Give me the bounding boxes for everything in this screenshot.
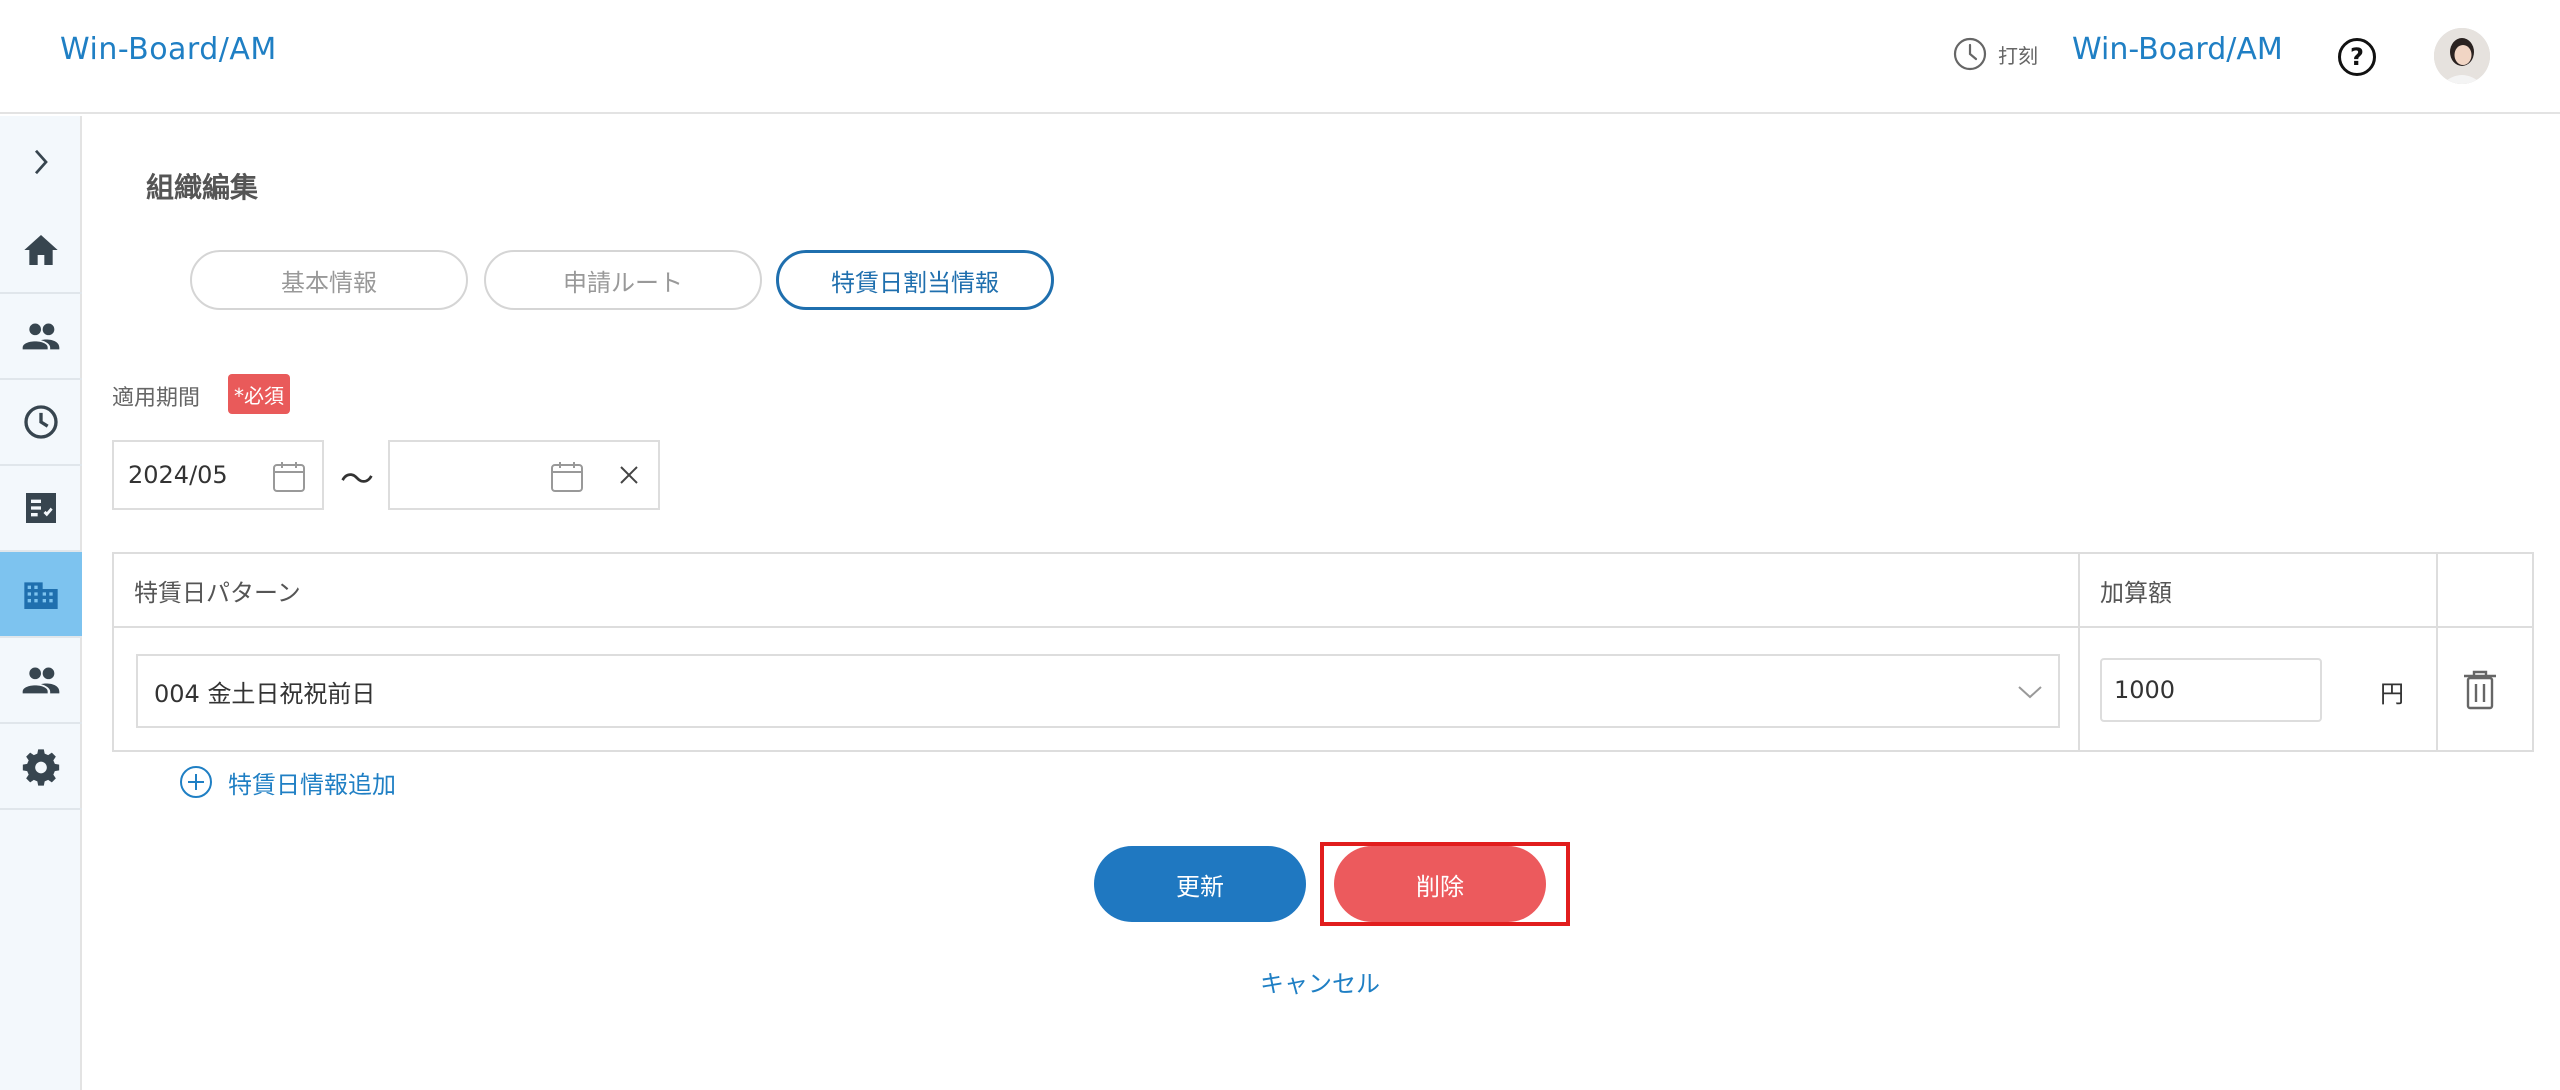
people-icon — [22, 323, 60, 350]
sidebar-item-home[interactable] — [0, 208, 82, 294]
avatar-image — [2434, 28, 2490, 84]
column-header-amount: 加算額 — [2080, 554, 2438, 628]
punch-clock-button[interactable]: 打刻 — [1952, 36, 2038, 72]
sidebar-item-attendance[interactable] — [0, 380, 82, 466]
organization-name[interactable]: Win-Board/AM — [2072, 32, 2283, 67]
column-header-actions — [2438, 554, 2532, 628]
punch-clock-label: 打刻 — [1998, 43, 2038, 68]
add-special-rate-label: 特賃日情報追加 — [228, 770, 396, 799]
clock-icon — [24, 405, 58, 439]
add-special-rate-button[interactable]: 特賃日情報追加 — [178, 764, 396, 800]
amount-value: 1000 — [2114, 676, 2176, 704]
gear-icon — [22, 749, 60, 786]
date-range-separator: 〜 — [340, 460, 374, 500]
pattern-select[interactable]: 004 金土日祝祝前日 — [136, 654, 2060, 728]
chevron-down-icon — [2018, 686, 2042, 699]
cancel-link[interactable]: キャンセル — [1260, 964, 1380, 999]
home-icon — [24, 235, 58, 265]
start-date-input[interactable]: 2024/05 — [112, 440, 324, 510]
sidebar-item-approval[interactable] — [0, 466, 82, 552]
column-divider — [2436, 554, 2438, 750]
sidebar-item-organization[interactable] — [0, 552, 82, 638]
page-title: 組織編集 — [146, 171, 259, 204]
help-circle-icon[interactable]: ? — [2338, 38, 2376, 76]
calendar-icon[interactable] — [550, 460, 584, 494]
trash-icon[interactable] — [2460, 668, 2500, 712]
end-date-input[interactable] — [388, 440, 602, 510]
column-header-pattern: 特賃日パターン — [114, 554, 2080, 628]
delete-button[interactable]: 削除 — [1334, 846, 1546, 922]
currency-unit: 円 — [2380, 680, 2404, 708]
special-rate-table: 特賃日パターン 加算額 004 金土日祝祝前日 1000 円 — [112, 552, 2534, 752]
close-icon — [620, 466, 638, 484]
app-brand-logo[interactable]: Win-Board/AM — [60, 32, 277, 67]
tab-special-rate-day[interactable]: 特賃日割当情報 — [776, 250, 1054, 310]
period-label: 適用期間 — [112, 386, 201, 411]
sidebar-toggle-button[interactable] — [0, 116, 82, 208]
column-divider — [2078, 554, 2080, 750]
top-header: Win-Board/AM 打刻 Win-Board/AM ? — [0, 0, 2560, 114]
plus-circle-icon — [180, 766, 212, 798]
group-icon — [22, 667, 60, 694]
sidebar-item-settings[interactable] — [0, 724, 82, 810]
clock-icon — [1953, 37, 1987, 71]
clear-date-button[interactable] — [600, 440, 660, 510]
sidebar — [0, 116, 82, 1090]
required-badge: *必須 — [228, 374, 290, 414]
checklist-icon — [26, 493, 56, 523]
user-avatar[interactable] — [2434, 28, 2490, 84]
start-date-value: 2024/05 — [128, 461, 228, 489]
sidebar-item-groups[interactable] — [0, 638, 82, 724]
sidebar-item-people[interactable] — [0, 294, 82, 380]
update-button[interactable]: 更新 — [1094, 846, 1306, 922]
tab-basic-info[interactable]: 基本情報 — [190, 250, 468, 310]
calendar-icon[interactable] — [272, 460, 306, 494]
amount-input[interactable]: 1000 — [2100, 658, 2322, 722]
chevron-right-icon — [34, 149, 48, 175]
pattern-select-value: 004 金土日祝祝前日 — [154, 679, 376, 708]
building-icon — [24, 582, 58, 609]
tab-application-route[interactable]: 申請ルート — [484, 250, 762, 310]
